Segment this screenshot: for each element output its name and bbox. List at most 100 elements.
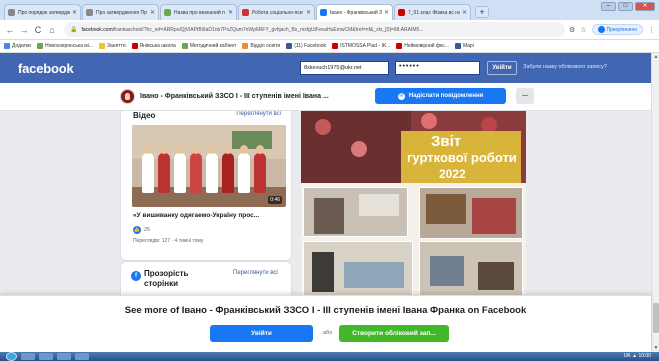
bookmark-item[interactable]: Відділ освіти bbox=[242, 43, 280, 49]
bookmark-item[interactable]: Неймовірний фкс... bbox=[396, 43, 449, 49]
email-field[interactable]: 8skevuch1975@ukr.net bbox=[300, 61, 389, 75]
video-board bbox=[232, 131, 272, 149]
url-input[interactable]: 🔒 facebook.com /frankaschool/?hc_ref=ARR… bbox=[64, 22, 565, 37]
create-account-button[interactable]: Створити обліковий зап... bbox=[339, 325, 449, 342]
taskbar-app-icon[interactable] bbox=[75, 353, 89, 360]
tab-favicon-icon bbox=[320, 9, 327, 16]
tab-close-icon[interactable]: ✕ bbox=[306, 9, 311, 16]
photo-detail bbox=[314, 198, 344, 234]
paused-label: Призупинено bbox=[606, 26, 638, 33]
video-reactions[interactable]: 👍 25 bbox=[133, 226, 150, 234]
flower-decoration bbox=[351, 141, 367, 157]
collage-photo bbox=[419, 187, 523, 239]
scroll-up-icon[interactable]: ▲ bbox=[653, 54, 659, 60]
video-figure bbox=[190, 145, 202, 193]
bookmark-item[interactable]: Новоозерянська мі... bbox=[36, 43, 93, 49]
facebook-logo[interactable]: facebook bbox=[18, 61, 74, 76]
url-host: facebook.com bbox=[81, 26, 113, 33]
tab-close-icon[interactable]: ✕ bbox=[384, 9, 389, 16]
report-title-line2: гурткової роботи bbox=[407, 150, 517, 165]
home-icon[interactable]: ⌂ bbox=[46, 25, 58, 35]
start-button[interactable] bbox=[6, 352, 17, 361]
report-year: 2022 bbox=[439, 167, 466, 181]
send-message-button[interactable]: ✉ Надіслати повідомлення bbox=[375, 88, 506, 104]
bookmark-label: Mapi bbox=[462, 43, 474, 49]
tab-favicon-icon bbox=[86, 9, 93, 16]
photo-detail bbox=[478, 262, 514, 290]
taskbar-app-icon[interactable] bbox=[39, 353, 53, 360]
reload-icon[interactable]: C bbox=[32, 25, 44, 35]
or-label: або bbox=[323, 330, 333, 336]
bookmark-item[interactable]: ISTMOSSA Plad - Ж... bbox=[332, 43, 390, 49]
more-options-button[interactable]: ... bbox=[516, 88, 534, 104]
scroll-down-icon[interactable]: ▼ bbox=[653, 345, 659, 351]
taskbar-app-icon[interactable] bbox=[57, 353, 71, 360]
maximize-button[interactable]: □ bbox=[618, 2, 633, 11]
page-name[interactable]: Івано - Франківський ЗЗСО І - ІІІ ступен… bbox=[140, 93, 329, 100]
password-field[interactable]: •••••• bbox=[395, 61, 480, 75]
tab-close-icon[interactable]: ✕ bbox=[150, 9, 155, 16]
bookmark-icon bbox=[242, 43, 249, 49]
menu-icon[interactable]: ⋮ bbox=[648, 26, 655, 34]
bookmark-icon bbox=[454, 43, 461, 49]
profile-paused-button[interactable]: Призупинено bbox=[591, 24, 643, 35]
bookmark-icon bbox=[286, 43, 293, 49]
video-title[interactable]: «У вишиванку одягаемо-Україну прос... bbox=[133, 212, 259, 219]
address-bar: ← → C ⌂ 🔒 facebook.com /frankaschool/?hc… bbox=[0, 20, 659, 40]
tab-title: Назва про визнаний п bbox=[174, 9, 225, 16]
page-avatar[interactable] bbox=[120, 89, 135, 104]
header-login-button[interactable]: Увійти bbox=[487, 61, 517, 75]
browser-tab[interactable]: Про затвердження Пр ✕ bbox=[82, 4, 159, 20]
tab-favicon-icon bbox=[8, 9, 15, 16]
bookmark-item[interactable]: Заняття bbox=[98, 43, 126, 49]
bookmark-icon bbox=[181, 43, 188, 49]
browser-tab[interactable]: Івано - Франківський З ✕ bbox=[316, 4, 393, 20]
back-icon[interactable]: ← bbox=[4, 25, 16, 35]
taskbar-app-icon[interactable] bbox=[21, 353, 35, 360]
bookmark-label: Додатки bbox=[12, 43, 31, 49]
video-figure bbox=[254, 145, 266, 193]
forgot-account-link[interactable]: Забули назву облікового запису? bbox=[523, 64, 607, 70]
like-icon: 👍 bbox=[133, 226, 141, 234]
browser-tab[interactable]: Робота соціально-пси ✕ bbox=[238, 4, 315, 20]
messenger-icon: ✉ bbox=[397, 92, 405, 100]
bookmark-item[interactable]: (11) Facebook bbox=[286, 43, 326, 49]
bookmark-label: ISTMOSSA Plad - Ж... bbox=[340, 43, 391, 49]
photo-detail bbox=[344, 262, 404, 288]
close-window-button[interactable]: ✕ bbox=[635, 2, 655, 11]
facebook-header: facebook 8skevuch1975@ukr.net •••••• Уві… bbox=[0, 53, 651, 83]
collage-photo bbox=[303, 187, 408, 237]
page-scrollbar[interactable]: ▲ ▼ bbox=[651, 53, 659, 352]
page-header-bar: Івано - Франківський ЗЗСО І - ІІІ ступен… bbox=[0, 83, 651, 111]
send-message-label: Надіслати повідомлення bbox=[408, 93, 484, 99]
tab-title: Івано - Франківський З bbox=[330, 9, 382, 16]
browser-tab[interactable]: Про порядок затвердж ✕ bbox=[4, 4, 81, 20]
star-icon[interactable]: ☆ bbox=[580, 26, 586, 34]
videos-see-all-link[interactable]: Переглянути всі bbox=[236, 111, 281, 117]
transparency-see-all-link[interactable]: Переглянути всі bbox=[233, 270, 278, 276]
overlay-login-button[interactable]: Увійти bbox=[210, 325, 313, 342]
bookmark-icon bbox=[131, 43, 138, 49]
scrollbar-thumb[interactable] bbox=[653, 303, 659, 333]
bookmark-item[interactable]: Янівська школа bbox=[131, 43, 176, 49]
report-banner: Звіт гурткової роботи 2022 bbox=[401, 131, 521, 183]
bookmark-item[interactable]: Методичний кабінет bbox=[181, 43, 236, 49]
tab-favicon-icon bbox=[398, 9, 405, 16]
new-tab-button[interactable]: + bbox=[475, 6, 489, 18]
forward-icon[interactable]: → bbox=[18, 25, 30, 35]
bookmark-item[interactable]: Mapi bbox=[454, 43, 474, 49]
extensions-icon[interactable]: ⚙ bbox=[569, 26, 575, 34]
video-thumbnail[interactable]: 0:46 bbox=[132, 125, 286, 207]
tab-close-icon[interactable]: ✕ bbox=[228, 9, 233, 16]
photo-detail bbox=[312, 252, 334, 292]
bookmark-item[interactable]: Додатки bbox=[4, 43, 31, 49]
tab-close-icon[interactable]: ✕ bbox=[72, 9, 77, 16]
videos-title: Відео bbox=[133, 111, 156, 120]
browser-tab[interactable]: Назва про визнаний п ✕ bbox=[160, 4, 237, 20]
likes-count: 25 bbox=[144, 227, 151, 233]
minimize-button[interactable]: – bbox=[601, 2, 616, 11]
tab-close-icon[interactable]: ✕ bbox=[462, 9, 467, 16]
tab-favicon-icon bbox=[242, 9, 249, 16]
browser-tab[interactable]: 7_01 клас Фізика вс на ✕ bbox=[394, 4, 471, 20]
post-image[interactable]: Звіт гурткової роботи 2022 bbox=[301, 111, 526, 301]
